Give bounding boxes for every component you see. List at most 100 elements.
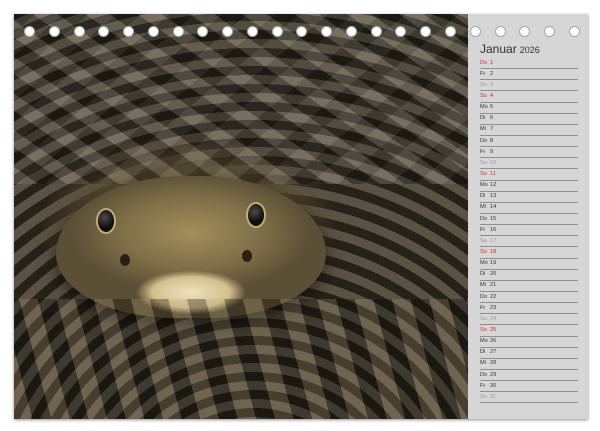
binding-hole <box>48 25 60 37</box>
day-number: 15 <box>490 215 497 222</box>
day-number: 18 <box>490 248 497 255</box>
day-number: 17 <box>490 237 497 244</box>
day-number: 1 <box>490 59 494 66</box>
binding-hole <box>246 25 258 37</box>
binding-hole <box>98 25 110 37</box>
day-row: Fr 23 <box>480 303 578 315</box>
day-number: 31 <box>490 393 497 400</box>
binding-hole <box>395 25 407 37</box>
day-weekday: Sa <box>480 315 487 322</box>
day-weekday: Di <box>480 349 486 356</box>
day-row: So 18 <box>480 247 578 259</box>
day-weekday: Sa <box>480 159 487 166</box>
day-number: 26 <box>490 338 497 345</box>
day-row: Sa 10 <box>480 158 578 170</box>
day-weekday: Do <box>480 371 488 378</box>
day-row: Sa 3 <box>480 80 578 92</box>
day-weekday: So <box>480 248 487 255</box>
month-year: 2026 <box>519 45 540 55</box>
day-weekday: Fr <box>480 304 486 311</box>
day-row: Mi 21 <box>480 281 578 292</box>
day-row: Do 22 <box>480 292 578 304</box>
day-row: Mo 26 <box>480 337 578 348</box>
day-row: Fr 2 <box>480 69 578 81</box>
day-number: 10 <box>490 159 497 166</box>
day-row: Do 1 <box>480 58 578 70</box>
day-row: Do 8 <box>480 136 578 148</box>
day-number: 30 <box>490 382 497 389</box>
day-number: 23 <box>490 304 497 311</box>
binding-hole <box>296 25 308 37</box>
day-row: Fr 9 <box>480 147 578 159</box>
day-number: 3 <box>490 81 494 88</box>
month-name: Januar <box>480 42 517 56</box>
day-row: Fr 30 <box>480 381 578 393</box>
day-row: Di 13 <box>480 192 578 203</box>
day-row: Do 15 <box>480 214 578 226</box>
day-number: 19 <box>490 260 497 267</box>
day-weekday: Mo <box>480 104 488 111</box>
day-weekday: Mi <box>480 282 486 289</box>
day-row: So 11 <box>480 169 578 181</box>
day-weekday: Fr <box>480 148 486 155</box>
binding-hole <box>544 25 556 37</box>
day-number: 4 <box>490 93 494 99</box>
binding-hole <box>73 25 85 37</box>
day-weekday: Do <box>480 137 488 144</box>
day-row: Mi 7 <box>480 125 578 136</box>
day-number: 2 <box>490 70 494 77</box>
day-number: 29 <box>490 371 497 378</box>
snake-left-nostril <box>120 254 130 266</box>
day-row: Di 6 <box>480 114 578 125</box>
binding-hole <box>222 25 234 37</box>
binding-hole <box>469 25 481 37</box>
day-row: Mo 12 <box>480 181 578 192</box>
day-row: Di 27 <box>480 348 578 359</box>
calendar-panel: Januar 2026 Do 1 Fr 2 Sa 3 So 4 Mo 5 Di 6 Mi 7 Do 8 Fr 9 Sa… <box>468 14 588 419</box>
day-number: 7 <box>490 126 494 133</box>
binding-hole <box>123 25 135 37</box>
day-weekday: So <box>480 93 487 99</box>
binding-hole <box>147 25 159 37</box>
binding-hole <box>172 25 184 37</box>
day-row: Mi 14 <box>480 203 578 214</box>
day-row: Fr 16 <box>480 225 578 237</box>
day-row: Mi 28 <box>480 359 578 370</box>
day-number: 12 <box>490 182 497 189</box>
day-number: 20 <box>490 271 497 278</box>
binding-hole <box>345 25 357 37</box>
binding-hole <box>420 25 432 37</box>
binding-hole <box>271 25 283 37</box>
day-list: Do 1 Fr 2 Sa 3 So 4 Mo 5 Di 6 Mi 7 Do 8 Fr 9 Sa 10 So 11 Mo 12 D… <box>480 58 578 404</box>
binding-hole <box>24 25 35 37</box>
day-number: 21 <box>490 282 497 289</box>
day-weekday: Mo <box>480 182 488 189</box>
day-weekday: Fr <box>480 226 486 233</box>
day-number: 27 <box>490 349 497 356</box>
day-weekday: Mo <box>480 338 488 345</box>
day-weekday: Di <box>480 193 486 200</box>
day-weekday: Fr <box>480 70 486 77</box>
day-number: 9 <box>490 148 494 155</box>
month-title: Januar 2026 <box>480 42 540 56</box>
binding-hole <box>321 25 333 37</box>
binding-hole <box>519 25 531 37</box>
day-row: Sa 31 <box>480 392 578 404</box>
day-number: 22 <box>490 293 497 300</box>
day-number: 11 <box>490 170 496 177</box>
day-weekday: Di <box>480 271 486 278</box>
snake-photo <box>14 14 468 419</box>
day-row: So 4 <box>480 91 578 103</box>
day-number: 28 <box>490 360 497 367</box>
day-number: 25 <box>490 326 497 333</box>
day-number: 14 <box>490 204 497 211</box>
binding-holes <box>24 24 580 38</box>
day-number: 5 <box>490 104 494 111</box>
day-weekday: Do <box>480 215 488 222</box>
day-weekday: So <box>480 326 487 333</box>
snake-head <box>56 176 326 318</box>
binding-hole <box>494 25 506 37</box>
day-weekday: So <box>480 170 487 177</box>
day-number: 6 <box>490 115 494 122</box>
day-weekday: Fr <box>480 382 486 389</box>
